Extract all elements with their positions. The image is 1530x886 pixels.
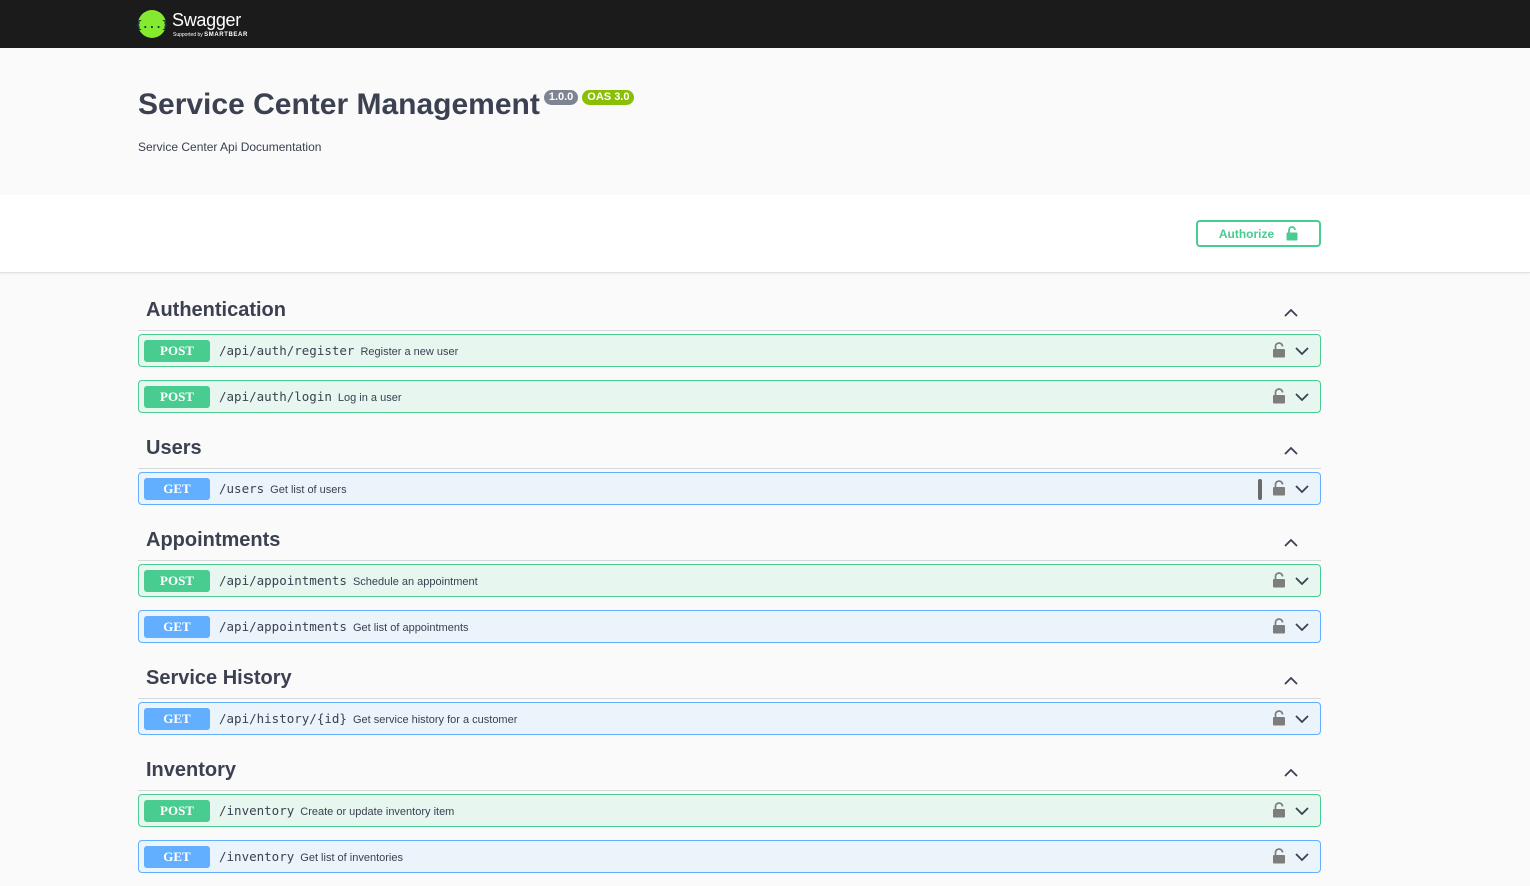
unlock-icon — [1286, 226, 1298, 241]
chevron-down-icon[interactable] — [1294, 390, 1310, 404]
lock-icon[interactable] — [1272, 572, 1286, 588]
chevron-up-icon[interactable] — [1281, 441, 1301, 461]
operation-path: /api/auth/login Log in a user — [219, 389, 402, 404]
operation-path: /api/appointments Get list of appointment… — [219, 619, 469, 634]
chevron-down-icon[interactable] — [1294, 574, 1310, 588]
operation-get-row[interactable]: GET/api/appointments Get list of appointm… — [138, 610, 1321, 643]
operation-path-text: /api/auth/login — [219, 389, 332, 404]
scroll-handle[interactable] — [1258, 479, 1262, 500]
operation-path: /users Get list of users — [219, 481, 347, 496]
operation-path-text: /inventory — [219, 849, 295, 864]
operation-get-row[interactable]: GET/users Get list of users — [138, 472, 1321, 505]
operation-summary: Log in a user — [337, 392, 402, 404]
tag-section-users[interactable]: Users — [138, 431, 1321, 469]
top-bar: {...} Swagger Supported by SMARTBEAR — [0, 0, 1530, 48]
chevron-down-icon[interactable] — [1294, 804, 1310, 818]
method-badge: POST — [144, 386, 210, 408]
tag-title: Authentication — [146, 299, 286, 321]
chevron-up-icon[interactable] — [1281, 303, 1301, 323]
chevron-down-icon[interactable] — [1294, 620, 1310, 634]
lock-icon[interactable] — [1272, 342, 1286, 358]
swagger-logo-glyph: {...} — [135, 17, 169, 31]
oas-badge: OAS 3.0 — [582, 90, 635, 105]
operation-summary: Get service history for a customer — [352, 714, 518, 726]
operation-post-row[interactable]: POST/api/appointments Schedule an appoint… — [138, 564, 1321, 597]
tag-title: Appointments — [146, 529, 281, 551]
page-title: Service Center Management — [138, 88, 540, 121]
method-badge: GET — [144, 478, 210, 500]
swagger-logo[interactable]: {...} Swagger Supported by SMARTBEAR — [135, 6, 282, 42]
tag-section-service-history[interactable]: Service History — [138, 661, 1321, 699]
operation-summary: Register a new user — [360, 346, 459, 358]
chevron-down-icon[interactable] — [1294, 850, 1310, 864]
operation-path: /inventory Get list of inventories — [219, 849, 403, 864]
tag-title: Users — [146, 437, 202, 459]
lock-icon[interactable] — [1272, 618, 1286, 634]
method-badge: POST — [144, 340, 210, 362]
chevron-down-icon[interactable] — [1294, 482, 1310, 496]
operation-summary: Create or update inventory item — [300, 806, 455, 818]
tag-section-inventory[interactable]: Inventory — [138, 753, 1321, 791]
tag-title: Inventory — [146, 759, 237, 781]
operation-path: /inventory Create or update inventory ite… — [219, 803, 454, 818]
method-badge: POST — [144, 800, 210, 822]
lock-icon[interactable] — [1272, 480, 1286, 496]
chevron-up-icon[interactable] — [1281, 533, 1301, 553]
method-badge: GET — [144, 708, 210, 730]
operation-path-text: /api/appointments — [219, 573, 347, 588]
api-info: Service Center Management 1.0.0 OAS 3.0 … — [0, 48, 1530, 195]
operation-path: /api/appointments Schedule an appointment — [219, 573, 478, 588]
operation-summary: Get list of users — [270, 484, 347, 496]
operation-path: /api/history/{id} Get service history for… — [219, 711, 517, 726]
lock-icon[interactable] — [1272, 388, 1286, 404]
operation-post-row[interactable]: POST/inventory Create or update inventory… — [138, 794, 1321, 827]
operation-get-row[interactable]: GET/inventory Get list of inventories — [138, 840, 1321, 873]
operation-path-text: /inventory — [219, 803, 295, 818]
operation-path-text: /users — [219, 481, 265, 496]
operation-post-row[interactable]: POST/api/auth/login Log in a user — [138, 380, 1321, 413]
version-badge: 1.0.0 — [543, 90, 579, 105]
operation-summary: Get list of inventories — [300, 852, 403, 864]
chevron-up-icon[interactable] — [1281, 763, 1301, 783]
swagger-logo-tagline: Supported by SMARTBEAR — [173, 32, 248, 38]
chevron-down-icon[interactable] — [1294, 712, 1310, 726]
method-badge: POST — [144, 570, 210, 592]
operation-summary: Schedule an appointment — [352, 576, 478, 588]
tag-section-authentication[interactable]: Authentication — [138, 293, 1321, 331]
lock-icon[interactable] — [1272, 848, 1286, 864]
tag-section-appointments[interactable]: Appointments — [138, 523, 1321, 561]
method-badge: GET — [144, 846, 210, 868]
lock-icon[interactable] — [1272, 710, 1286, 726]
tag-title: Service History — [146, 667, 292, 689]
chevron-down-icon[interactable] — [1294, 344, 1310, 358]
chevron-up-icon[interactable] — [1281, 671, 1301, 691]
operation-get-row[interactable]: GET/api/history/{id} Get service history … — [138, 702, 1321, 735]
lock-icon[interactable] — [1272, 802, 1286, 818]
operation-summary: Get list of appointments — [352, 622, 469, 634]
operation-path-text: /api/history/{id} — [219, 711, 347, 726]
swagger-logo-text: Swagger Supported by SMARTBEAR — [172, 6, 282, 42]
title-row: Service Center Management 1.0.0 OAS 3.0 — [138, 88, 635, 122]
authorize-label: Authorize — [1218, 226, 1275, 241]
authorize-button[interactable]: Authorize — [1196, 220, 1321, 247]
operation-post-row[interactable]: POST/api/auth/register Register a new use… — [138, 334, 1321, 367]
logo-sub-prefix: Supported by — [173, 32, 203, 38]
method-badge: GET — [144, 616, 210, 638]
operation-path: /api/auth/register Register a new user — [219, 343, 458, 358]
operation-path-text: /api/auth/register — [219, 343, 355, 358]
operation-path-text: /api/appointments — [219, 619, 347, 634]
swagger-logo-icon: {...} — [135, 10, 169, 38]
api-description: Service Center Api Documentation — [138, 140, 322, 154]
scheme-container: Authorize — [0, 195, 1530, 273]
logo-sub-brand: SMARTBEAR — [204, 32, 248, 38]
swagger-logo-name: Swagger — [172, 10, 241, 30]
